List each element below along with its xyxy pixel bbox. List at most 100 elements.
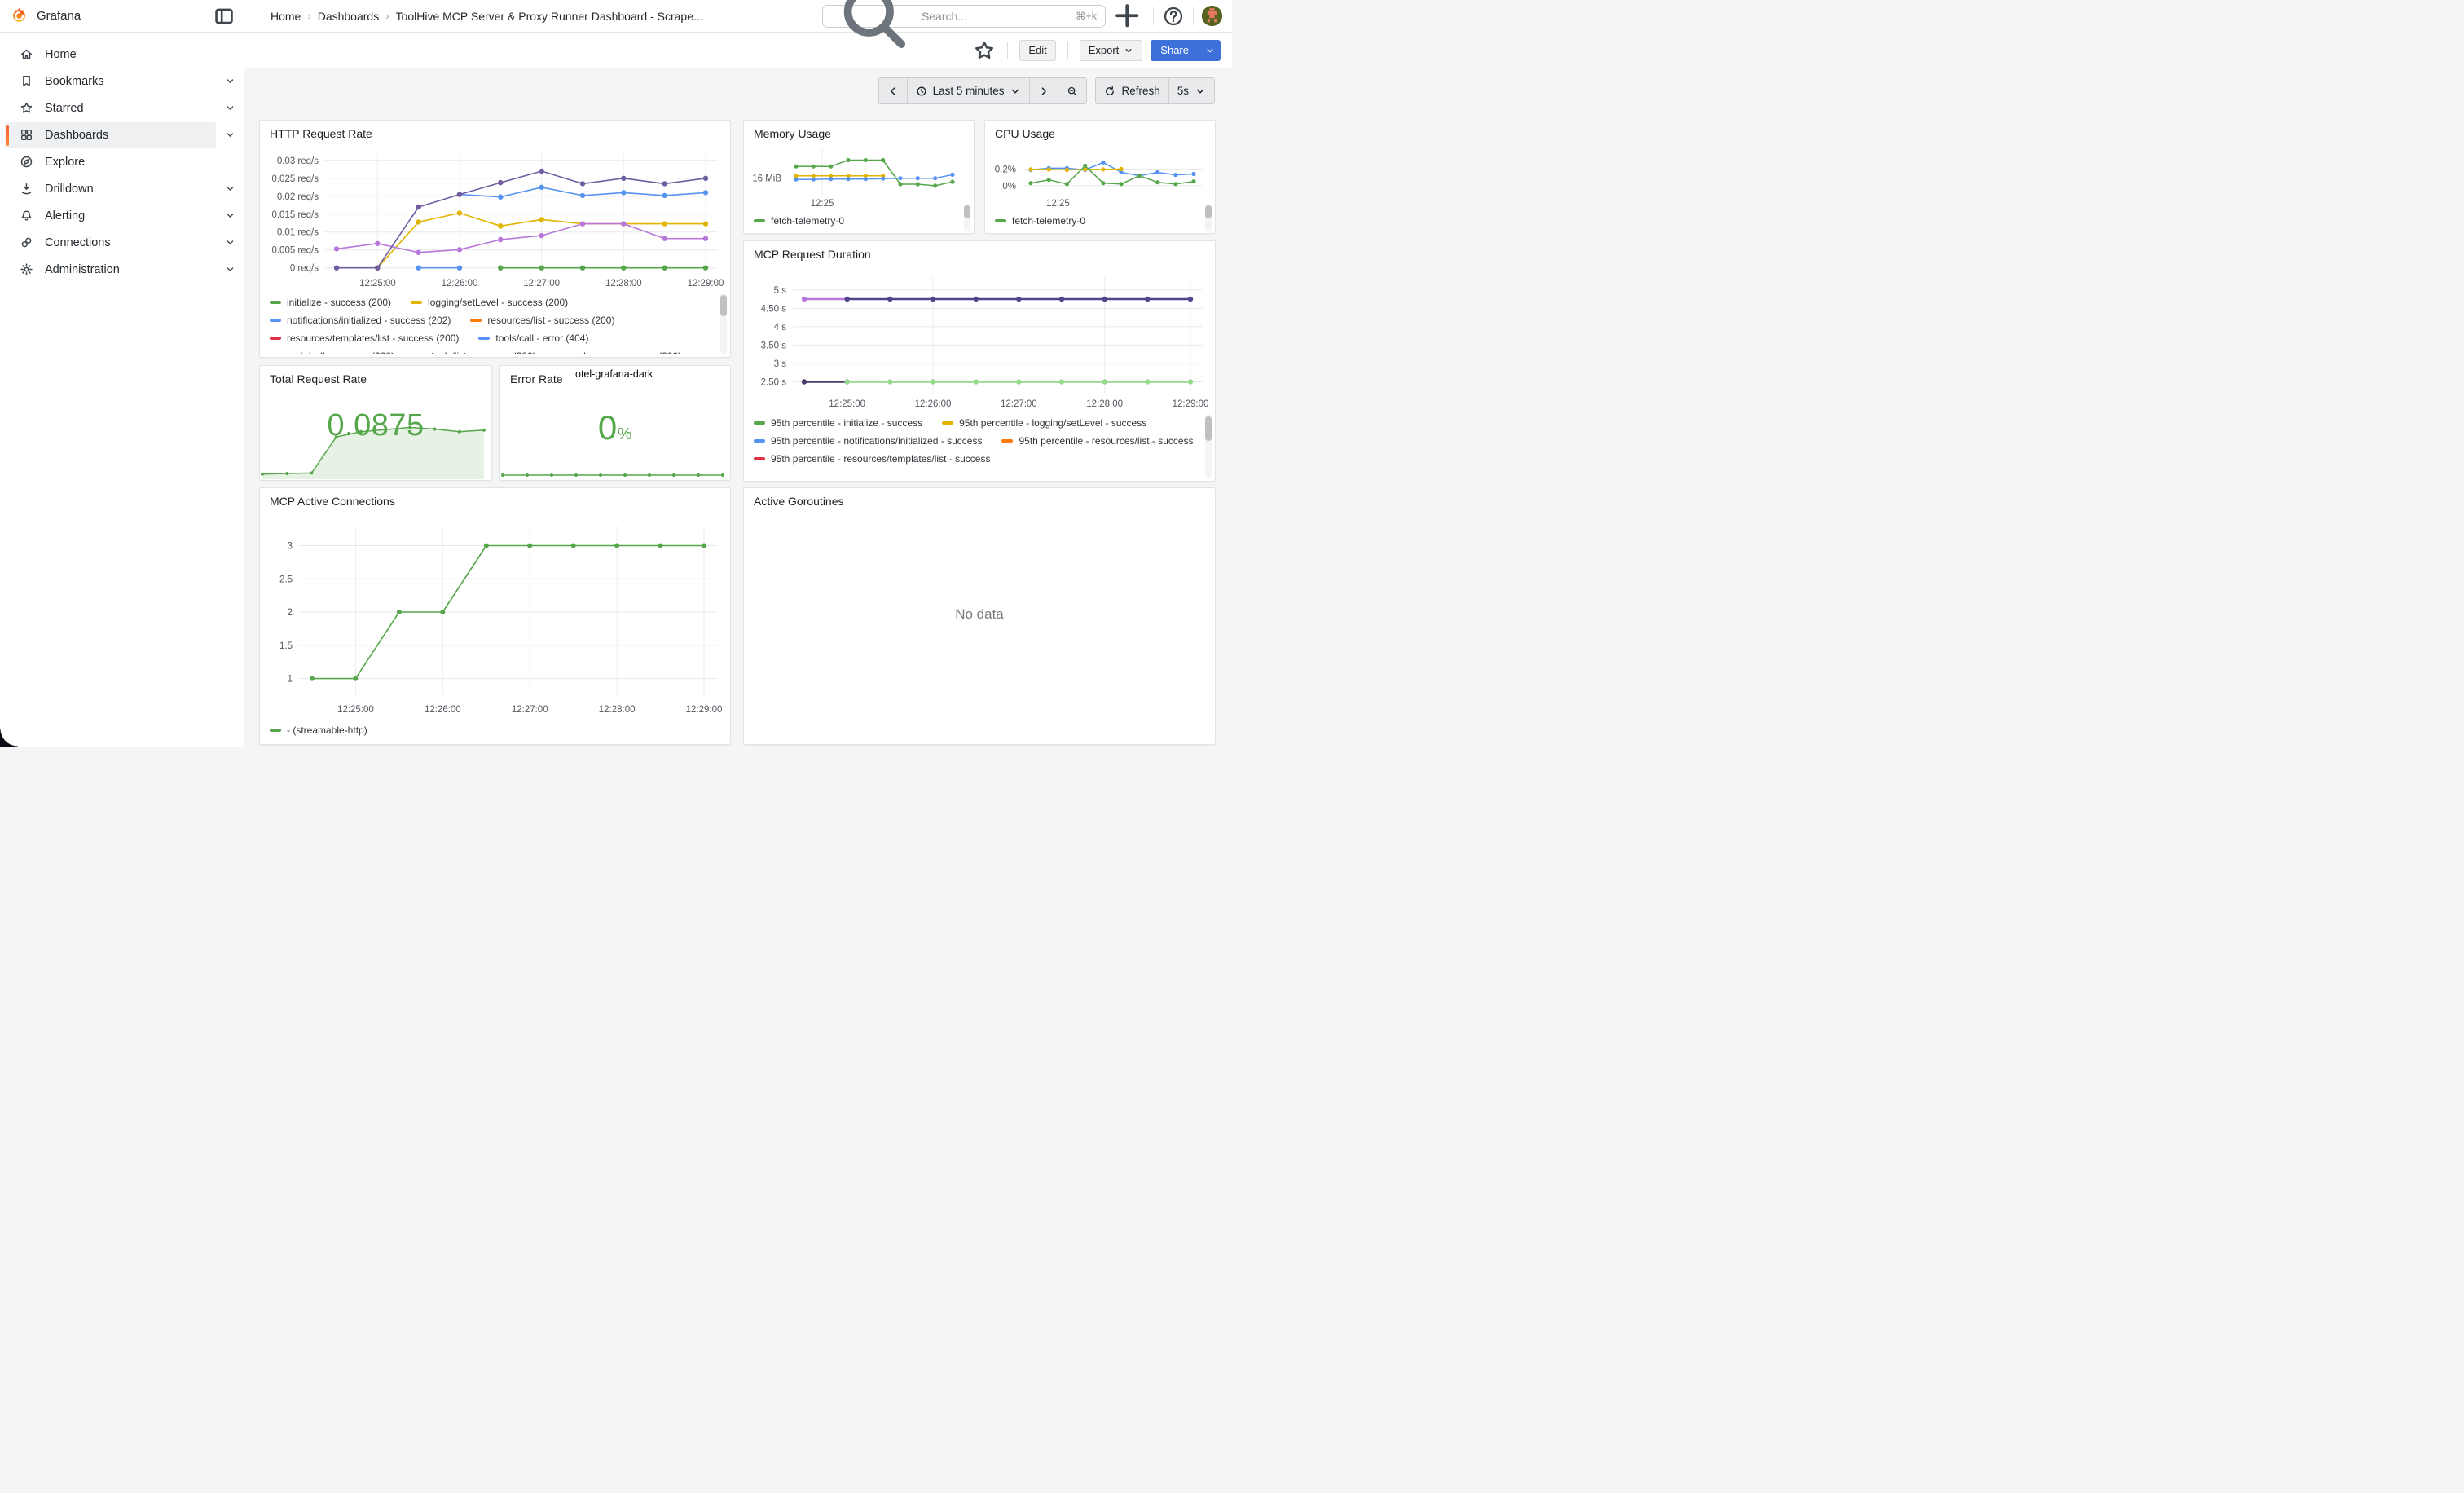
gear-icon: [20, 262, 33, 276]
export-button[interactable]: Export: [1080, 40, 1143, 61]
legend-item[interactable]: 95th percentile - logging/setLevel - suc…: [942, 414, 1146, 432]
svg-text:0.2%: 0.2%: [995, 165, 1016, 174]
share-button[interactable]: Share: [1151, 40, 1199, 61]
chevron-down-icon[interactable]: [216, 130, 244, 140]
help-icon[interactable]: [1162, 5, 1185, 28]
search-input-wrapper[interactable]: ⌘+k: [822, 5, 1106, 28]
chevron-right-icon: [1038, 86, 1049, 97]
panel-title[interactable]: HTTP Request Rate: [270, 127, 372, 140]
legend-label: unknown - success (200): [573, 350, 681, 354]
sidebar-item-dashboards[interactable]: Dashboards: [0, 121, 244, 148]
svg-text:0.005 req/s: 0.005 req/s: [271, 246, 319, 256]
panel-title[interactable]: Memory Usage: [754, 127, 831, 140]
http-request-rate-chart[interactable]: 0 req/s0.005 req/s0.01 req/s0.015 req/s0…: [266, 147, 725, 290]
mcp-request-duration-chart[interactable]: 5 s4.50 s4 s3.50 s3 s2.50 s12:25:0012:26…: [750, 267, 1210, 411]
sidebar-item-bookmarks[interactable]: Bookmarks: [0, 68, 244, 95]
sidebar-toggle-icon[interactable]: [213, 5, 235, 28]
apps-icon: [20, 128, 33, 142]
legend-item[interactable]: fetch-telemetry-0: [754, 212, 844, 230]
legend-label: 95th percentile - initialize - success: [771, 417, 922, 429]
time-forward-button[interactable]: [1029, 78, 1058, 103]
chevron-down-icon[interactable]: [216, 237, 244, 248]
plug-icon: [20, 236, 33, 249]
svg-text:5 s: 5 s: [774, 286, 787, 296]
legend-scrollbar[interactable]: [720, 293, 727, 354]
add-menu-button[interactable]: [1111, 5, 1145, 28]
svg-text:12:25: 12:25: [1046, 199, 1070, 209]
legend-item[interactable]: tools/list - success (200): [414, 347, 536, 354]
bell-icon: [20, 209, 33, 222]
legend-item[interactable]: logging/setLevel - success (200): [411, 293, 568, 311]
legend-scrollbar[interactable]: [1205, 204, 1212, 231]
sidebar-item-label: Drilldown: [45, 183, 94, 196]
legend-item[interactable]: initialize - success (200): [270, 293, 391, 311]
refresh-interval-picker[interactable]: 5s: [1168, 78, 1214, 103]
chevron-down-icon[interactable]: [216, 76, 244, 86]
legend-color-chip: [995, 219, 1006, 222]
panel-memory-usage: Memory Usage 16 MiB12:25 fetch-telemetry…: [743, 120, 975, 234]
svg-text:12:25:00: 12:25:00: [359, 279, 396, 288]
favorite-star-button[interactable]: [973, 39, 996, 62]
legend-item[interactable]: 95th percentile - resources/list - succe…: [1001, 432, 1193, 450]
sidebar-item-alerting[interactable]: Alerting: [0, 202, 244, 229]
chevron-down-icon[interactable]: [216, 183, 244, 194]
legend-scrollbar[interactable]: [1205, 414, 1212, 478]
cpu-usage-chart[interactable]: 0.2%0%12:25: [990, 142, 1210, 210]
legend-item[interactable]: 95th percentile - initialize - success: [754, 414, 922, 432]
time-range-picker[interactable]: Last 5 minutes: [907, 78, 1030, 103]
chevron-down-icon[interactable]: [216, 264, 244, 275]
legend-color-chip: [270, 337, 281, 340]
breadcrumb-separator: ›: [385, 10, 389, 22]
svg-text:2.5: 2.5: [279, 575, 293, 584]
sidebar-item-home[interactable]: Home: [0, 41, 244, 68]
refresh-icon: [1104, 86, 1115, 97]
breadcrumb-item-dashboards[interactable]: Dashboards: [318, 10, 380, 23]
legend-label: 95th percentile - resources/list - succe…: [1019, 435, 1193, 447]
legend-item[interactable]: fetch-telemetry-0: [995, 212, 1085, 230]
mcp-active-connections-chart[interactable]: 11.522.5312:25:0012:26:0012:27:0012:28:0…: [266, 516, 725, 716]
legend-item[interactable]: tools/call - success (200): [270, 347, 394, 354]
error-rate-sparkline[interactable]: [501, 465, 731, 479]
share-menu-chevron[interactable]: [1199, 40, 1221, 61]
panel-title[interactable]: Active Goroutines: [754, 495, 844, 508]
svg-text:12:29:00: 12:29:00: [1173, 399, 1209, 409]
sidebar-item-administration[interactable]: Administration: [0, 256, 244, 283]
panel-title[interactable]: MCP Active Connections: [270, 495, 395, 508]
legend-item[interactable]: resources/list - success (200): [470, 311, 614, 329]
sidebar-item-drilldown[interactable]: Drilldown: [0, 175, 244, 202]
svg-text:0.02 req/s: 0.02 req/s: [277, 192, 319, 202]
panel-title[interactable]: CPU Usage: [995, 127, 1055, 140]
legend-item[interactable]: 95th percentile - resources/templates/li…: [754, 450, 990, 468]
legend-item[interactable]: tools/call - error (404): [478, 329, 588, 347]
legend-item[interactable]: notifications/initialized - success (202…: [270, 311, 451, 329]
zoom-out-button[interactable]: [1058, 78, 1086, 103]
legend-item[interactable]: resources/templates/list - success (200): [270, 329, 459, 347]
sidebar-item-starred[interactable]: Starred: [0, 95, 244, 121]
chevron-down-icon[interactable]: [216, 210, 244, 221]
memory-usage-chart[interactable]: 16 MiB12:25: [749, 142, 969, 210]
panel-title[interactable]: Error Rate: [510, 372, 563, 385]
breadcrumb-current: ToolHive MCP Server & Proxy Runner Dashb…: [396, 10, 703, 23]
avatar[interactable]: [1202, 6, 1222, 26]
legend-color-chip: [754, 219, 765, 222]
legend-label: fetch-telemetry-0: [771, 215, 844, 227]
legend-item[interactable]: - (streamable-http): [270, 721, 367, 739]
duration-legend: 95th percentile - initialize - success 95…: [754, 414, 1199, 478]
zoom-out-icon: [1067, 86, 1078, 97]
legend-item[interactable]: 95th percentile - notifications/initiali…: [754, 432, 982, 450]
sidebar-item-connections[interactable]: Connections: [0, 229, 244, 256]
time-back-button[interactable]: [879, 78, 907, 103]
panel-title[interactable]: MCP Request Duration: [754, 248, 871, 261]
legend-scrollbar[interactable]: [964, 204, 970, 231]
sidebar-item-explore[interactable]: Explore: [0, 148, 244, 175]
legend-item[interactable]: unknown - success (200): [556, 347, 681, 354]
svg-text:12:25:00: 12:25:00: [829, 399, 865, 409]
svg-text:0.01 req/s: 0.01 req/s: [277, 228, 319, 238]
svg-text:12:29:00: 12:29:00: [688, 279, 724, 288]
chevron-down-icon[interactable]: [216, 103, 244, 113]
edit-button[interactable]: Edit: [1019, 40, 1055, 61]
refresh-button[interactable]: Refresh: [1096, 78, 1168, 103]
breadcrumb-item-home[interactable]: Home: [271, 10, 301, 23]
panel-title[interactable]: Total Request Rate: [270, 372, 367, 385]
search-input[interactable]: [922, 10, 1069, 23]
